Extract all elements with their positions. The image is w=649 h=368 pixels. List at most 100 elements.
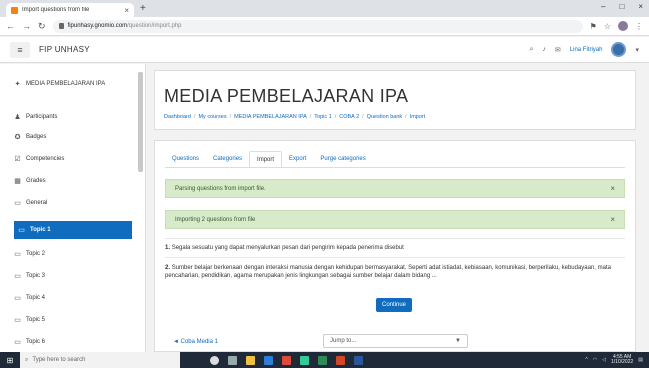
sidebar-item-label: Participants [26,114,58,120]
alert-text: Parsing questions from import file. [175,185,266,192]
sidebar-item-topic-6[interactable]: ▭ Topic 6 [14,338,132,346]
excel-icon[interactable] [318,355,327,365]
os-taskbar: ⊞ ⌕ Type here to search ^ ◠ ◁ 4:55 AM 1/… [0,352,649,368]
folder-icon: ▭ [14,339,21,346]
system-tray: ^ ◠ ◁ 4:55 AM 1/10/2022 ▤ [585,354,649,366]
sidebar-item-topic-4[interactable]: ▭ Topic 4 [14,294,132,302]
question-number: 2. [165,265,171,271]
browser-menu-icon[interactable]: ⋮ [635,22,643,31]
jump-to-select[interactable]: Jump to... ▼ [323,334,468,348]
jump-to-value: Jump to... [330,338,357,344]
sidebar-item-competencies[interactable]: ☑ Competencies [14,155,132,163]
sidebar-item-grades[interactable]: ▦ Grades [14,177,132,185]
graduation-cap-icon: ✦ [14,81,21,88]
alert-parsing: Parsing questions from import file. × [165,179,625,198]
window-controls: – □ × [601,2,643,11]
sidebar-item-topic-3[interactable]: ▭ Topic 3 [14,272,132,280]
question-text: Sumber belajar berkenaan dengan interaks… [165,265,611,280]
sidebar-item-label: General [26,200,48,206]
cortana-icon[interactable] [210,355,219,365]
breadcrumb-import[interactable]: Import [410,114,426,120]
breadcrumb-dashboard[interactable]: Dashboard [164,114,191,120]
chrome-icon[interactable] [300,355,309,365]
close-window-icon[interactable]: × [638,2,643,11]
browser-profile-avatar[interactable] [618,21,628,31]
close-icon[interactable]: × [610,215,615,224]
previous-activity-link[interactable]: ◄ Coba Media 1 [173,339,218,345]
course-sidebar: ✦ MEDIA PEMBELAJARAN IPA ♟ Participants … [0,64,146,352]
close-tab-icon[interactable]: × [124,6,129,15]
sidebar-item-label: Competencies [26,156,65,162]
volume-icon[interactable]: ◁ [602,357,606,363]
sidebar-item-topic-1[interactable]: ▭ Topic 1 [14,221,132,239]
sidebar-item-badges[interactable]: ✪ Badges [14,133,132,141]
tray-chevron-up-icon[interactable]: ^ [585,357,587,363]
back-arrow-icon[interactable]: ← [6,21,15,31]
tab-import[interactable]: Import [249,151,283,167]
bookmark-star-icon[interactable]: ☆ [604,22,611,31]
sidebar-item-label: Topic 6 [26,339,46,345]
maximize-icon[interactable]: □ [619,2,624,11]
tab-purge-categories[interactable]: Purge categories [313,151,372,167]
address-bar[interactable]: fipunhasy.gnomio.com/question/import.php [52,19,583,33]
check-square-icon: ☑ [14,156,21,163]
breadcrumb-topic[interactable]: Topic 1 [314,114,331,120]
breadcrumb-my-courses[interactable]: My courses [198,114,226,120]
taskbar-search[interactable]: ⌕ Type here to search [20,352,180,368]
windows-start-icon[interactable]: ⊞ [0,352,20,368]
reload-icon[interactable]: ↻ [38,21,46,32]
folder-icon: ▭ [14,295,21,302]
notifications-icon[interactable]: ▤ [638,357,643,363]
search-icon[interactable]: ⌕ [530,46,534,54]
sidebar-item-general[interactable]: ▭ General [14,199,132,207]
minimize-icon[interactable]: – [601,2,605,11]
tab-questions[interactable]: Questions [165,151,206,167]
forward-arrow-icon[interactable]: → [22,21,31,31]
sidebar-item-label: Badges [26,134,47,140]
user-name[interactable]: Lina Fitriyah [570,47,603,53]
breadcrumb-question-bank[interactable]: Question bank [367,114,402,120]
new-tab-icon[interactable]: + [140,3,146,14]
breadcrumb-course[interactable]: MEDIA PEMBELAJARAN IPA [234,114,307,120]
continue-button[interactable]: Continue [376,298,412,312]
taskbar-clock[interactable]: 4:55 AM 1/10/2022 [611,354,633,366]
tab-export[interactable]: Export [282,151,313,167]
taskbar-apps [210,355,363,365]
sidebar-item-topic-2[interactable]: ▭ Topic 2 [14,250,132,258]
sidebar-scrollbar[interactable] [138,72,143,172]
close-icon[interactable]: × [610,184,615,193]
messages-icon[interactable]: ✉ [555,46,561,54]
browser-tab[interactable]: Import questions from file × [6,3,134,17]
user-avatar[interactable] [611,42,627,57]
file-explorer-icon[interactable] [246,355,255,365]
site-brand[interactable]: FIP UNHASY [39,45,90,54]
office-icon[interactable] [282,355,291,365]
folder-icon: ▭ [14,251,21,258]
sidebar-item-participants[interactable]: ♟ Participants [14,113,132,121]
user-menu-chevron-down-icon[interactable]: ▾ [635,46,639,54]
sidebar-item-topic-5[interactable]: ▭ Topic 5 [14,316,132,324]
task-view-icon[interactable] [228,355,237,365]
notification-bell-icon[interactable]: ♪ [542,46,546,53]
edge-icon[interactable] [264,355,273,365]
folder-icon: ▭ [14,200,21,207]
folder-icon: ▭ [14,273,21,280]
extensions-icon[interactable]: ⚑ [590,22,597,31]
sidebar-item-label: MEDIA PEMBELAJARAN IPA [26,81,106,87]
hamburger-menu-icon[interactable]: ≡ [10,41,30,58]
tab-categories[interactable]: Categories [206,151,249,167]
sidebar-item-course[interactable]: ✦ MEDIA PEMBELAJARAN IPA [14,80,132,88]
main-region: MEDIA PEMBELAJARAN IPA Dashboard / My cou… [146,64,649,352]
import-content: Questions Categories Import Export Purge… [154,140,636,352]
network-icon[interactable]: ◠ [593,357,597,363]
browser-toolbar: ← → ↻ fipunhasy.gnomio.com/question/impo… [0,17,649,36]
sidebar-item-label: Topic 5 [26,317,46,323]
powerpoint-icon[interactable] [336,355,345,365]
url-path: /question/import.php [127,23,182,29]
sidebar-item-label: Topic 3 [26,273,46,279]
lock-icon [58,23,64,29]
users-icon: ♟ [14,114,21,121]
word-icon[interactable] [354,355,363,365]
breadcrumb-activity[interactable]: COBA 2 [339,114,359,120]
browser-tab-title: Import questions from file [22,7,90,13]
